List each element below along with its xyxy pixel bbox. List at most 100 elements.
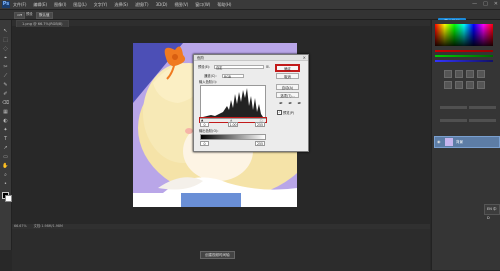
preview-checkbox-row[interactable]: ✓ 预览(P) bbox=[277, 110, 294, 115]
layer-row[interactable]: ◉ 背景 bbox=[434, 136, 500, 148]
adjustment-icon[interactable] bbox=[477, 81, 485, 89]
tool-icon[interactable]: ✦ bbox=[2, 127, 9, 134]
tool-icon[interactable]: ⌫ bbox=[2, 100, 9, 107]
layer-options bbox=[440, 106, 496, 130]
output-black-field[interactable]: 0 bbox=[200, 141, 209, 146]
eye-icon[interactable]: ◉ bbox=[437, 139, 441, 144]
menu-item[interactable]: 图层(L) bbox=[73, 0, 86, 9]
tool-icon[interactable]: ▭ bbox=[2, 154, 9, 161]
color-slider-green[interactable] bbox=[435, 55, 493, 57]
cancel-button[interactable]: 取消 bbox=[276, 73, 299, 79]
adjustment-icon[interactable] bbox=[444, 70, 452, 78]
adjustment-icon[interactable] bbox=[455, 81, 463, 89]
adjustment-icon[interactable] bbox=[477, 70, 485, 78]
dialog-title: 色阶 bbox=[194, 55, 308, 61]
maximize-button[interactable]: □ bbox=[483, 0, 488, 9]
white-eyedropper-icon[interactable]: ✒ bbox=[297, 101, 301, 107]
output-levels-label: 输出色阶(O): bbox=[199, 129, 219, 133]
adjustment-icon[interactable] bbox=[466, 70, 474, 78]
layer-name: 背景 bbox=[456, 140, 463, 144]
adjustment-icon[interactable] bbox=[466, 81, 474, 89]
ime-indicator: EN 中 D bbox=[484, 204, 500, 220]
gray-eyedropper-icon[interactable]: ✒ bbox=[288, 101, 292, 107]
preset-menu-icon[interactable]: ☰. bbox=[266, 65, 270, 69]
tool-icon[interactable]: T bbox=[2, 136, 9, 143]
adjustment-icon[interactable] bbox=[444, 81, 452, 89]
tool-icon[interactable]: ◐ bbox=[2, 118, 9, 125]
tool-icon[interactable]: ↖ bbox=[2, 28, 9, 35]
tool-icon[interactable]: • bbox=[2, 181, 9, 188]
tool-icon[interactable]: ✂ bbox=[2, 64, 9, 71]
dialog-close-icon[interactable]: × bbox=[303, 55, 306, 61]
menu-item[interactable]: 3D(D) bbox=[156, 0, 168, 9]
tool-icon[interactable]: ⌕ bbox=[2, 172, 9, 179]
blend-mode-select[interactable] bbox=[440, 106, 467, 109]
right-panels: ◉ 背景 bbox=[431, 20, 500, 270]
tool-icon[interactable]: ✐ bbox=[2, 91, 9, 98]
menu-item[interactable]: 窗口(W) bbox=[195, 0, 210, 9]
menu-item[interactable]: 文字(Y) bbox=[94, 0, 108, 9]
tool-icon[interactable]: ↗ bbox=[2, 145, 9, 152]
document-info: 文档:1.98M/1.98M bbox=[33, 224, 63, 228]
tool-icon[interactable]: ✋ bbox=[2, 163, 9, 170]
zoom-readout[interactable]: 66.67% bbox=[14, 224, 27, 228]
levels-dialog: 色阶 × 预设(E): 自定 ☰. 通道(C): RGB 输入色阶(I): ▲ … bbox=[193, 54, 309, 152]
menu-item[interactable]: 图像(I) bbox=[54, 0, 66, 9]
adjustments-icons bbox=[444, 70, 485, 89]
menu-item[interactable]: 滤镜(T) bbox=[135, 0, 149, 9]
preset-label: 预设 bbox=[26, 12, 33, 16]
black-eyedropper-icon[interactable]: ✒ bbox=[279, 101, 283, 107]
input-white-field[interactable]: 255 bbox=[255, 122, 265, 127]
menu-item[interactable]: 文件(F) bbox=[13, 0, 26, 9]
preset-select[interactable]: 自定 bbox=[214, 65, 264, 70]
channel-label: 通道(C): bbox=[204, 74, 217, 78]
menu-item[interactable]: 视图(V) bbox=[174, 0, 188, 9]
ok-button[interactable]: 确定 bbox=[276, 65, 299, 71]
menu-items: 文件(F) 编辑(E) 图像(I) 图层(L) 文字(Y) 选择(S) 滤镜(T) 3D(D)… bbox=[13, 0, 231, 9]
layer-thumbnail bbox=[445, 138, 453, 146]
preset-select[interactable]: 默认值 bbox=[36, 12, 53, 19]
menu-item[interactable]: 选择(S) bbox=[114, 0, 128, 9]
photoshop-logo: Ps bbox=[2, 1, 10, 8]
input-gamma-field[interactable]: 1.00 bbox=[228, 122, 238, 127]
document-tabbar: 1.png @ 66.7%(RGB/8) bbox=[12, 20, 430, 27]
lock-options[interactable] bbox=[440, 119, 467, 122]
adjustment-icon[interactable] bbox=[455, 70, 463, 78]
channel-select[interactable]: RGB bbox=[222, 74, 244, 79]
create-timeline-button[interactable]: 创建视频时间轴 bbox=[200, 251, 235, 259]
minimize-button[interactable]: — bbox=[472, 0, 477, 9]
auto-button[interactable]: 自动(A) bbox=[276, 84, 299, 90]
input-black-field[interactable]: 0 bbox=[200, 122, 209, 127]
input-levels-label: 输入色阶(I): bbox=[199, 80, 217, 84]
histogram bbox=[200, 85, 266, 119]
fill-field[interactable] bbox=[469, 119, 496, 122]
options-bar: ▭▾ 预设 默认值 基本功能 bbox=[0, 10, 500, 26]
output-white-field[interactable]: 255 bbox=[255, 141, 265, 146]
status-bar: 66.67% 文档:1.98M/1.98M bbox=[12, 224, 430, 229]
menu-item[interactable]: 编辑(E) bbox=[33, 0, 47, 9]
tool-icon[interactable]: ⟋ bbox=[2, 73, 9, 80]
eyedroppers: ✒ ✒ ✒ bbox=[279, 101, 302, 107]
window-controls: — □ ✕ bbox=[472, 0, 498, 9]
color-slider-blue[interactable] bbox=[435, 60, 493, 62]
preview-label: 预览(P) bbox=[283, 110, 295, 115]
preset-label: 预设(E): bbox=[198, 65, 211, 69]
close-button[interactable]: ✕ bbox=[494, 0, 498, 9]
color-panel[interactable] bbox=[435, 24, 493, 46]
menu-item[interactable]: 帮助(H) bbox=[217, 0, 231, 9]
background-color-swatch[interactable] bbox=[5, 195, 12, 202]
color-slider-red[interactable] bbox=[435, 50, 493, 52]
tool-preset-picker[interactable]: ▭▾ bbox=[14, 12, 26, 19]
opacity-field[interactable] bbox=[469, 106, 496, 109]
tool-icon[interactable]: ✎ bbox=[2, 82, 9, 89]
timeline-panel: 创建视频时间轴 bbox=[12, 224, 430, 271]
tool-icon[interactable]: ◌ bbox=[2, 46, 9, 53]
document-tab[interactable]: 1.png @ 66.7%(RGB/8) bbox=[16, 20, 69, 27]
tool-icon[interactable]: ⌖ bbox=[2, 55, 9, 62]
options-button[interactable]: 选项(T)... bbox=[276, 92, 299, 98]
output-gradient[interactable] bbox=[200, 134, 266, 140]
tools-panel: ↖ ⬚ ◌ ⌖ ✂ ⟋ ✎ ✐ ⌫ ▦ ◐ ✦ T ↗ ▭ ✋ ⌕ • bbox=[0, 20, 12, 250]
tool-icon[interactable]: ▦ bbox=[2, 109, 9, 116]
preview-checkbox[interactable]: ✓ bbox=[277, 110, 282, 115]
tool-icon[interactable]: ⬚ bbox=[2, 37, 9, 44]
